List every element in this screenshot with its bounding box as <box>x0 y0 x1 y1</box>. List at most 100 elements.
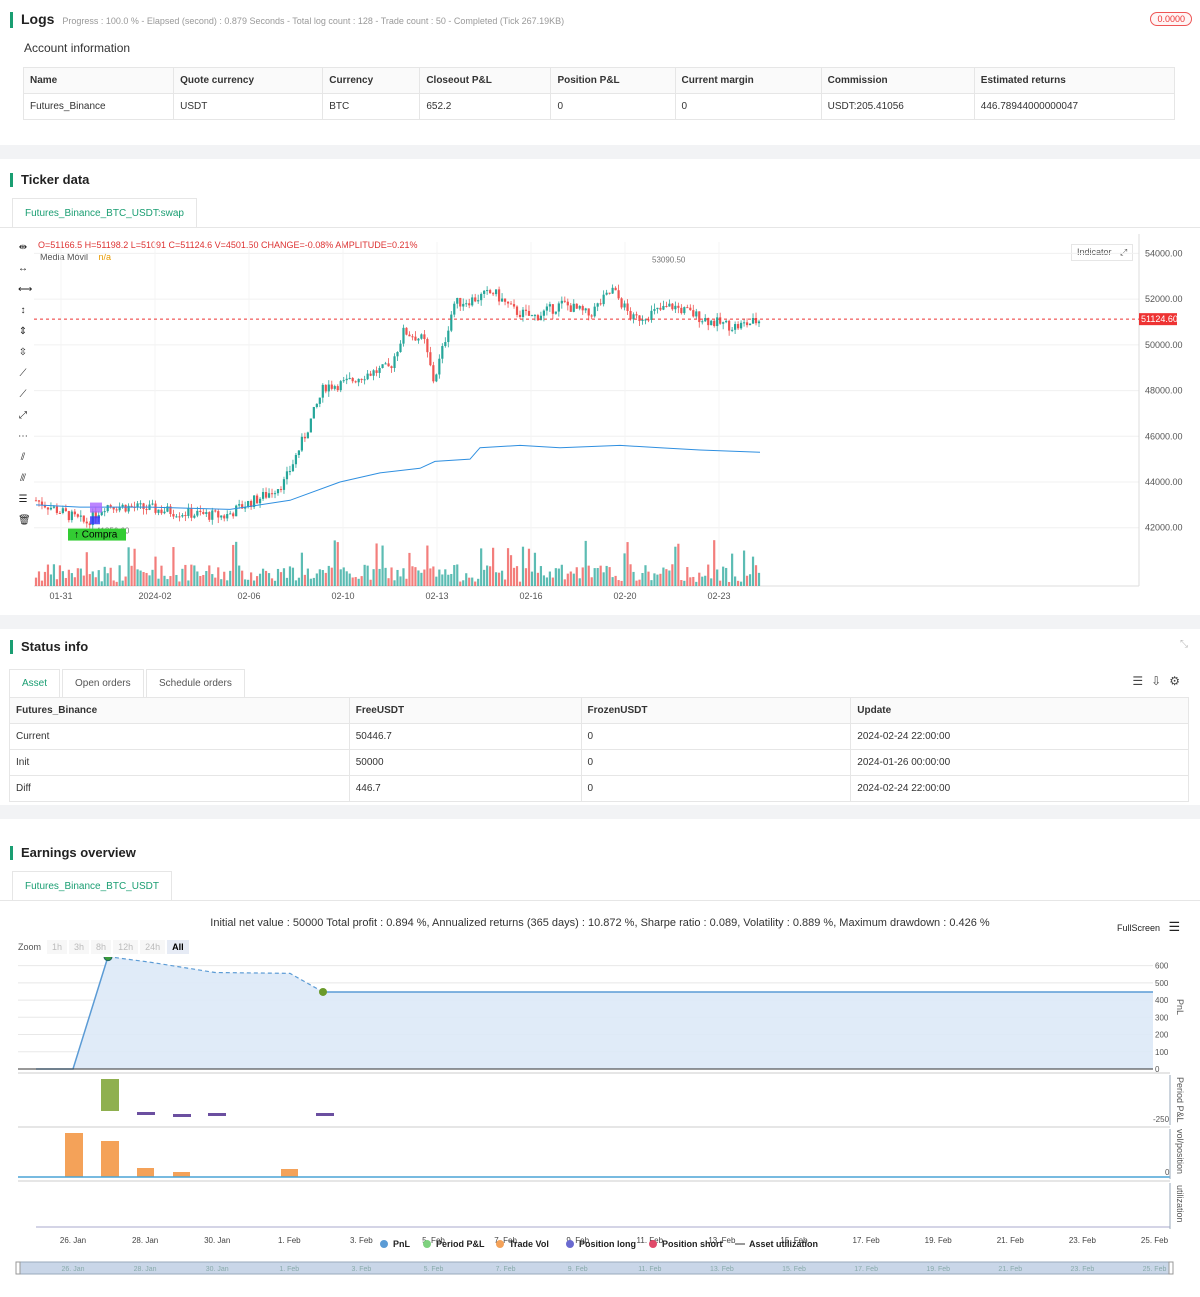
volume-bar <box>345 571 348 586</box>
volume-bar <box>91 571 94 586</box>
volume-bar <box>662 567 665 586</box>
volume-bar <box>348 573 351 586</box>
legend-swatch <box>380 1240 388 1248</box>
candle-body <box>115 509 118 511</box>
volume-bar <box>644 565 647 586</box>
volume-bar <box>569 571 572 586</box>
pnl-tick-label: 300 <box>1155 1013 1169 1022</box>
candle-body <box>414 336 417 341</box>
legend-item[interactable]: PnL <box>393 1239 411 1249</box>
table-cell: USDT:205.41056 <box>820 93 975 120</box>
date-tick-label: 1. Feb <box>278 1236 301 1245</box>
table-cell: 2024-02-24 22:00:00 <box>850 723 1189 750</box>
candle-body <box>698 311 701 323</box>
fullscreen-button[interactable]: FullScreen ☰ <box>1117 919 1180 935</box>
candle-body <box>608 292 611 294</box>
tab-open-orders[interactable]: Open orders <box>62 669 144 697</box>
candle-body <box>674 305 677 310</box>
volume-bar <box>626 542 629 586</box>
candle-body <box>468 303 471 306</box>
navigator-handle-left[interactable] <box>15 1261 21 1275</box>
legend-item[interactable]: Asset utilization <box>749 1239 818 1249</box>
candle-body <box>145 509 148 511</box>
volume-bar <box>748 574 752 586</box>
volume-bar <box>34 577 38 586</box>
logs-panel: Logs Progress : 100.0 % - Elapsed (secon… <box>0 0 1200 145</box>
candle-body <box>689 307 692 311</box>
candle-body <box>291 464 295 472</box>
date-tick-label: 02-13 <box>425 591 448 601</box>
date-tick-label: 02-23 <box>707 591 730 601</box>
volume-bar <box>154 556 157 586</box>
tab-earnings-symbol[interactable]: Futures_Binance_BTC_USDT <box>12 871 172 901</box>
candle-body <box>357 378 360 383</box>
date-tick-label: 28. Jan <box>132 1236 158 1245</box>
zoom-option-3h[interactable]: 3h <box>69 940 90 954</box>
candle-body <box>327 384 330 392</box>
candle-body <box>722 322 725 324</box>
volume-bar <box>515 566 519 586</box>
tab-asset[interactable]: Asset <box>9 669 61 697</box>
volume-bar <box>52 564 56 586</box>
candle-body <box>372 370 375 376</box>
candle-body <box>572 303 575 312</box>
navigator-tick-label: 3. Feb <box>351 1266 371 1273</box>
volume-bar <box>273 580 277 586</box>
navigator-handle-right[interactable] <box>1168 1261 1174 1275</box>
volume-bar <box>647 571 650 586</box>
collapse-icon[interactable]: ⤡ <box>1180 639 1188 650</box>
candle-body <box>333 386 336 389</box>
gear-icon[interactable]: ⚙ <box>1169 674 1188 688</box>
date-tick-label: 26. Jan <box>60 1236 86 1245</box>
table-cell: 0 <box>580 723 852 750</box>
earnings-summary: Initial net value : 50000 Total profit :… <box>210 917 990 929</box>
volume-bar <box>408 552 411 586</box>
volume-bar <box>199 575 202 586</box>
candle-body <box>668 303 671 307</box>
status-table-header: Futures_Binance FreeUSDT FrozenUSDT Update <box>9 697 1189 724</box>
candle-body <box>193 515 196 518</box>
volume-bar <box>291 567 295 586</box>
volume-bar <box>124 576 127 586</box>
volume-bar <box>118 565 121 586</box>
candle-body <box>369 373 372 376</box>
volume-bar <box>166 579 169 586</box>
zoom-option-1h[interactable]: 1h <box>47 940 68 954</box>
candle-body <box>279 489 283 491</box>
legend-item[interactable]: Period P&L <box>436 1239 485 1249</box>
legend-item[interactable]: Position short <box>662 1239 723 1249</box>
candle-body <box>390 366 393 369</box>
volume-bar <box>217 567 220 586</box>
volume-bar <box>214 577 217 586</box>
candle-body <box>593 306 596 317</box>
volume-bar <box>94 577 97 586</box>
volume-bar <box>82 575 85 586</box>
volume-bar <box>527 548 531 586</box>
candle-body <box>728 320 731 331</box>
volume-bar <box>444 569 447 586</box>
candle-body <box>477 300 480 302</box>
legend-item[interactable]: Trade Vol <box>509 1239 549 1249</box>
column-header: Estimated returns <box>973 67 1176 94</box>
candle-body <box>614 287 617 291</box>
candle-body <box>638 315 641 321</box>
candle-body <box>199 510 202 513</box>
zoom-option-8h[interactable]: 8h <box>91 940 112 954</box>
list-icon[interactable]: ☰ <box>1132 674 1151 688</box>
tab-ticker-symbol[interactable]: Futures_Binance_BTC_USDT:swap <box>12 198 197 228</box>
download-icon[interactable]: ⇩ <box>1151 674 1169 688</box>
volume-bar <box>300 552 304 586</box>
volume-bar <box>492 547 495 586</box>
zoom-option-12h[interactable]: 12h <box>113 940 139 954</box>
zoom-option-All[interactable]: All <box>167 940 189 954</box>
candle-body <box>264 492 268 498</box>
volume-bar <box>196 571 199 586</box>
tab-schedule-orders[interactable]: Schedule orders <box>146 669 245 697</box>
zoom-option-24h[interactable]: 24h <box>140 940 166 954</box>
volume-bar <box>521 546 525 586</box>
legend-item[interactable]: Position long <box>579 1239 636 1249</box>
candle-body <box>587 308 590 316</box>
volume-bar <box>202 574 205 586</box>
volume-bar <box>533 552 537 586</box>
price-tick-label: 48000.00 <box>1145 386 1183 396</box>
